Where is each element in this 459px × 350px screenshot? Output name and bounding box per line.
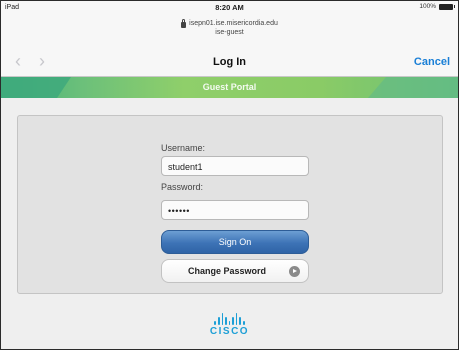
change-password-label: Change Password	[187, 266, 267, 276]
cisco-logo: CISCO	[1, 313, 458, 337]
username-label: Username:	[161, 143, 206, 153]
url-host: isepn01.ise.misericordia.edu	[189, 20, 278, 27]
navigation-bar: ‹ › Log In Cancel	[1, 47, 458, 77]
page-title: Log In	[213, 56, 246, 68]
status-bar: iPad 8:20 AM 100%	[1, 1, 458, 15]
username-input[interactable]: student1	[161, 156, 309, 176]
cisco-bars-icon	[1, 313, 458, 325]
url-bar: isepn01.ise.misericordia.edu ise-guest	[1, 15, 458, 47]
banner-title: Guest Portal	[202, 82, 257, 92]
lock-icon	[181, 18, 187, 28]
battery-icon	[439, 3, 455, 10]
cisco-wordmark: CISCO	[209, 326, 250, 337]
battery-percent: 100%	[419, 3, 436, 10]
ipad-screen: iPad 8:20 AM 100% isepn01.ise.misericord…	[0, 0, 459, 350]
password-input[interactable]: ••••••	[161, 200, 309, 220]
guest-portal-banner: Guest Portal	[1, 77, 458, 98]
network-name: ise-guest	[215, 29, 244, 36]
arrow-circle-right-icon	[289, 266, 300, 277]
battery-status: 100%	[419, 3, 455, 10]
sign-on-button[interactable]: Sign On	[161, 230, 309, 254]
status-time: 8:20 AM	[215, 3, 244, 12]
cancel-button[interactable]: Cancel	[414, 56, 450, 68]
change-password-button[interactable]: Change Password	[161, 259, 309, 283]
password-label: Password:	[161, 182, 204, 192]
